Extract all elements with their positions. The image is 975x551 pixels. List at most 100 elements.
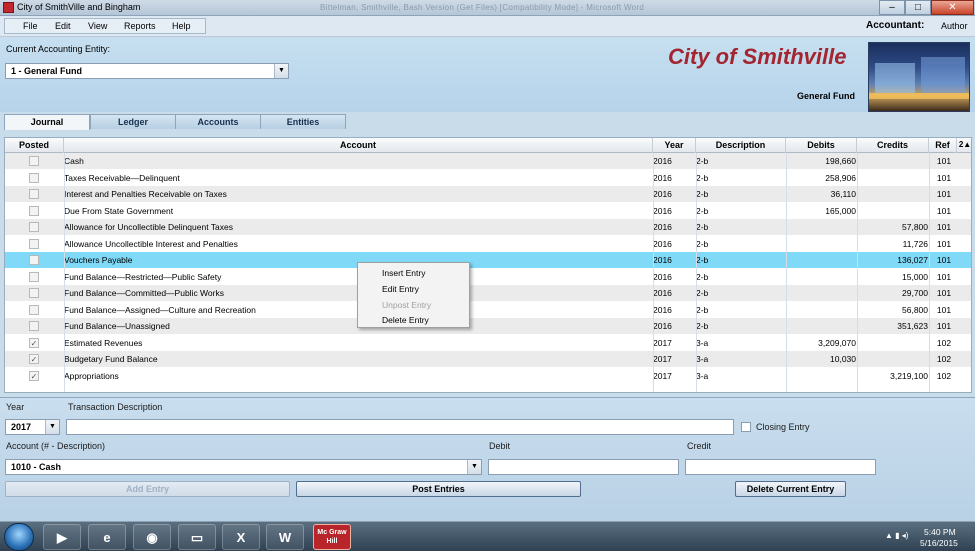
insert-entry-menu-item[interactable]: Insert Entry	[382, 268, 425, 278]
post-entries-button[interactable]: Post Entries	[296, 481, 581, 497]
posted-checkbox[interactable]	[29, 205, 39, 216]
maximize-button[interactable]: □	[905, 0, 931, 15]
closing-entry-checkbox[interactable]	[741, 422, 751, 432]
posted-checkbox[interactable]	[29, 189, 39, 199]
column-credits[interactable]: Credits	[857, 138, 929, 153]
entity-select[interactable]: 1 - General Fund ▼	[5, 63, 289, 79]
table-row[interactable]: Fund Balance—Restricted—Public Safety 201…	[5, 269, 971, 285]
debit-input[interactable]	[488, 459, 679, 475]
sort-indicator[interactable]: 2▲	[957, 138, 972, 153]
table-row[interactable]: Cash 2016 2-b 198,660 101	[5, 153, 971, 169]
posted-checkbox[interactable]	[29, 172, 39, 183]
delete-entry-menu-item[interactable]: Delete Entry	[382, 315, 429, 325]
debit-cell	[786, 252, 856, 268]
debit-cell: 198,660	[825, 156, 856, 166]
ref-cell: 101	[936, 189, 952, 199]
posted-checkbox[interactable]	[29, 222, 39, 232]
table-row[interactable]: Allowance Uncollectible Interest and Pen…	[5, 236, 971, 252]
sort-ascending-icon: ▲	[963, 140, 972, 149]
internet-explorer-icon[interactable]: e	[88, 524, 126, 550]
credit-cell: 57,800	[902, 222, 928, 232]
tray-icons[interactable]: ▲ ▮ ◂)	[885, 531, 908, 540]
table-row[interactable]: Taxes Receivable—Delinquent 2016 2-b 258,90…	[5, 170, 971, 186]
app-icon	[3, 2, 14, 13]
start-button[interactable]	[4, 523, 34, 551]
table-row[interactable]: Fund Balance—Assigned—Culture and Recrea…	[5, 302, 971, 318]
column-debits[interactable]: Debits	[786, 138, 857, 153]
menu-help[interactable]: Help	[172, 21, 191, 31]
clock-date[interactable]: 5/16/2015	[920, 538, 958, 548]
file-explorer-icon[interactable]: ▭	[178, 524, 216, 550]
debit-cell	[786, 368, 856, 384]
context-menu: Insert Entry Edit Entry Unpost Entry Del…	[357, 262, 470, 328]
ref-cell: 102	[936, 370, 952, 381]
menu-view[interactable]: View	[88, 21, 107, 31]
table-row[interactable]: Due From State Government 2016 2-b 165,000 1…	[5, 203, 971, 219]
media-player-icon[interactable]: ▶	[43, 524, 81, 550]
tab-entities[interactable]: Entities	[260, 114, 346, 129]
column-year[interactable]: Year	[653, 138, 696, 153]
chrome-icon[interactable]: ◉	[133, 524, 171, 550]
posted-checkbox[interactable]	[29, 321, 39, 331]
posted-checkbox[interactable]	[29, 288, 39, 298]
journal-grid: Posted Account Year Description Debits C…	[4, 137, 972, 393]
tab-accounts[interactable]: Accounts	[175, 114, 261, 129]
year-select[interactable]: 2017 ▼	[5, 419, 60, 435]
column-account[interactable]: Account	[64, 138, 653, 153]
table-row[interactable]: Vouchers Payable 2016 2-b 136,027 101	[5, 252, 971, 268]
column-description[interactable]: Description	[696, 138, 786, 153]
posted-checkbox[interactable]: ✓	[29, 337, 39, 348]
posted-checkbox[interactable]	[29, 304, 39, 315]
tab-ledger[interactable]: Ledger	[90, 114, 176, 129]
table-row[interactable]: Fund Balance—Committed—Public Works 2016 2…	[5, 285, 971, 301]
window-title: City of SmithVille and Bingham	[17, 2, 141, 12]
posted-checkbox[interactable]	[29, 156, 39, 166]
minimize-button[interactable]: –	[879, 0, 905, 15]
add-entry-button: Add Entry	[5, 481, 290, 497]
menu-reports[interactable]: Reports	[124, 21, 156, 31]
posted-checkbox[interactable]: ✓	[29, 370, 39, 381]
word-icon[interactable]: W	[266, 524, 304, 550]
table-row[interactable]: Fund Balance—Unassigned 2016 2-b 351,623 101	[5, 318, 971, 334]
account-cell: Estimated Revenues	[64, 337, 143, 348]
mcgraw-hill-icon[interactable]: Mc Graw Hill	[313, 524, 351, 550]
entity-header: Current Accounting Entity: 1 - General F…	[0, 38, 975, 112]
tab-journal[interactable]: Journal	[4, 114, 90, 130]
table-row[interactable]: ✓ Appropriations 2017 3-a 3,219,100 102	[5, 368, 971, 384]
delete-current-entry-button[interactable]: Delete Current Entry	[735, 481, 846, 497]
posted-checkbox[interactable]	[29, 271, 39, 282]
account-cell: Taxes Receivable—Delinquent	[64, 172, 180, 183]
debit-cell	[786, 236, 856, 252]
credit-input[interactable]	[685, 459, 876, 475]
posted-checkbox[interactable]	[29, 238, 39, 249]
clock-time[interactable]: 5:40 PM	[924, 527, 956, 537]
windows-taskbar: ▶ e ◉ ▭ X W Mc Graw Hill ▲ ▮ ◂) 5:40 PM …	[0, 521, 975, 551]
credit-cell: 136,027	[897, 255, 928, 265]
account-cell: Fund Balance—Restricted—Public Safety	[64, 271, 222, 282]
table-row[interactable]: ✓ Budgetary Fund Balance 2017 3-a 10,030 102	[5, 351, 971, 367]
menu-file[interactable]: File	[23, 21, 38, 31]
posted-checkbox[interactable]: ✓	[29, 354, 39, 364]
excel-icon[interactable]: X	[222, 524, 260, 550]
credit-cell: 351,623	[897, 321, 928, 331]
entity-select-value: 1 - General Fund	[11, 66, 83, 76]
column-posted[interactable]: Posted	[5, 138, 64, 153]
account-select[interactable]: 1010 - Cash ▼	[5, 459, 482, 475]
edit-entry-menu-item[interactable]: Edit Entry	[382, 284, 419, 294]
column-ref[interactable]: Ref	[929, 138, 957, 153]
fund-name: General Fund	[797, 91, 856, 101]
table-row[interactable]: Interest and Penalties Receivable on Tax…	[5, 186, 971, 202]
menu-edit[interactable]: Edit	[55, 21, 71, 31]
year-cell: 2016	[653, 156, 672, 166]
table-row[interactable]: ✓ Estimated Revenues 2017 3-a 3,209,070 102	[5, 335, 971, 351]
transaction-description-input[interactable]	[66, 419, 734, 435]
credit-cell: 3,219,100	[890, 370, 928, 381]
account-cell: Fund Balance—Committed—Public Works	[64, 288, 224, 298]
close-button[interactable]: ✕	[931, 0, 974, 15]
debit-cell: 165,000	[825, 205, 856, 216]
posted-checkbox[interactable]	[29, 255, 39, 265]
city-photo	[868, 42, 970, 112]
description-cell: 3-a	[696, 354, 709, 364]
description-cell: 2-b	[696, 238, 709, 249]
table-row[interactable]: Allowance for Uncollectible Delinquent T…	[5, 219, 971, 235]
